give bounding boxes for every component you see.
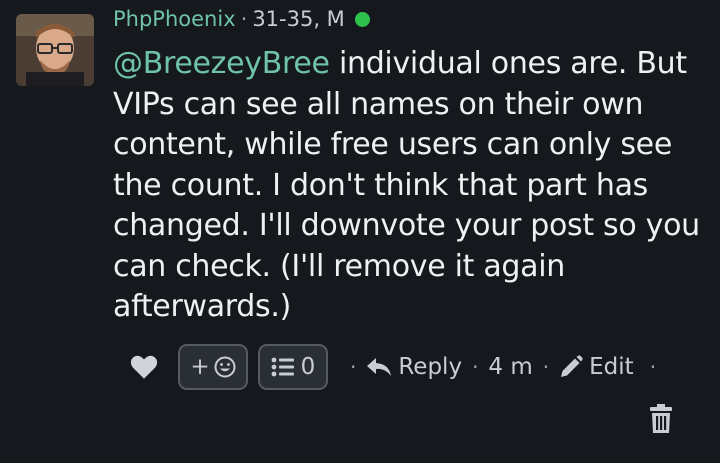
action-separator: · — [472, 355, 479, 379]
action-separator: · — [542, 355, 550, 379]
edit-button[interactable]: Edit — [559, 354, 634, 380]
mention-link[interactable]: @BreezeyBree — [113, 46, 330, 81]
reaction-list-button[interactable]: 0 — [258, 344, 328, 390]
heart-icon[interactable] — [130, 354, 158, 380]
meta-separator: · — [240, 7, 248, 31]
author-info: 31-35, M — [252, 7, 345, 31]
edit-label: Edit — [589, 354, 634, 380]
action-separator: · — [350, 355, 357, 379]
list-icon — [271, 357, 294, 377]
reply-label: Reply — [398, 354, 463, 380]
smiley-icon — [214, 356, 236, 378]
trash-icon[interactable] — [649, 404, 673, 434]
reply-button[interactable]: Reply — [366, 354, 462, 380]
reply-arrow-icon — [367, 358, 392, 376]
post-actions: + 0 · Reply · 4 m · Edit · — [130, 342, 666, 392]
add-reaction-button[interactable]: + — [178, 344, 248, 390]
post-body: @BreezeyBree individual ones are. But VI… — [113, 44, 703, 328]
post-meta: PhpPhoenix · 31-35, M — [113, 5, 370, 33]
author-username[interactable]: PhpPhoenix — [113, 5, 236, 33]
post-timestamp: 4 m — [488, 354, 533, 380]
avatar[interactable] — [16, 14, 94, 86]
add-reaction-label: + — [190, 354, 210, 380]
action-separator: · — [649, 355, 657, 379]
online-status-icon — [354, 11, 370, 27]
reaction-count: 0 — [300, 354, 316, 380]
pencil-icon — [561, 355, 583, 377]
post-body-text: individual ones are. But VIPs can see al… — [113, 46, 700, 324]
